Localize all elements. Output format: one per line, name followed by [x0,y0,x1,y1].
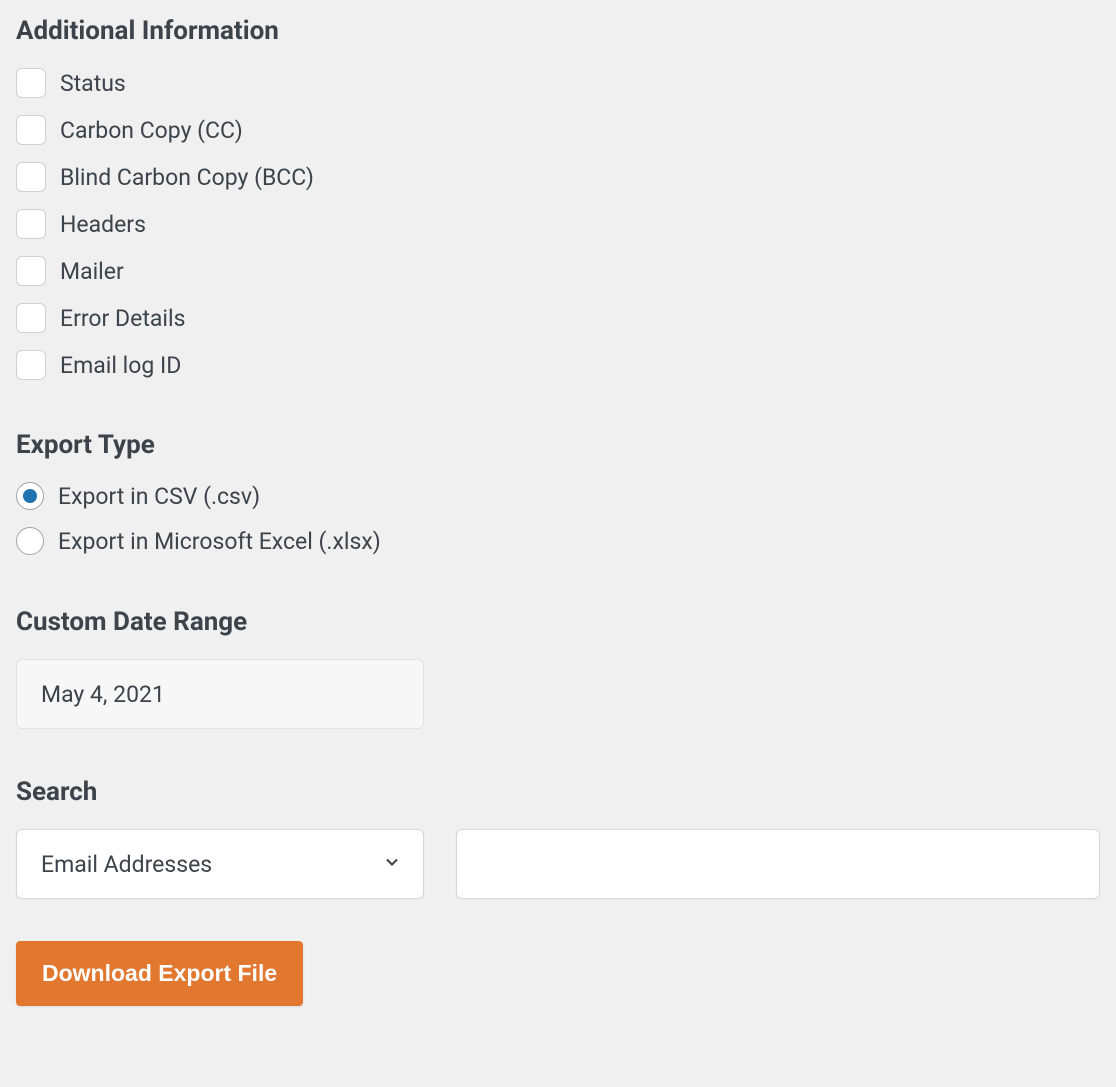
search-input[interactable] [456,829,1100,899]
date-range-heading: Custom Date Range [16,607,1100,637]
additional-info-list: Status Carbon Copy (CC) Blind Carbon Cop… [16,68,1100,380]
checkbox-row-cc: Carbon Copy (CC) [16,115,1100,145]
checkbox-label-status[interactable]: Status [60,70,126,97]
search-heading: Search [16,777,1100,807]
search-select-wrapper: Email Addresses [16,829,424,899]
checkbox-error-details[interactable] [16,303,46,333]
radio-label-xlsx[interactable]: Export in Microsoft Excel (.xlsx) [58,528,381,555]
checkbox-row-mailer: Mailer [16,256,1100,286]
checkbox-bcc[interactable] [16,162,46,192]
checkbox-label-headers[interactable]: Headers [60,211,146,238]
checkbox-cc[interactable] [16,115,46,145]
radio-xlsx[interactable] [16,527,44,555]
checkbox-email-log-id[interactable] [16,350,46,380]
checkbox-row-headers: Headers [16,209,1100,239]
checkbox-row-error-details: Error Details [16,303,1100,333]
download-export-button[interactable]: Download Export File [16,941,303,1006]
additional-info-heading: Additional Information [16,16,1100,46]
checkbox-headers[interactable] [16,209,46,239]
search-row: Email Addresses [16,829,1100,899]
search-select[interactable]: Email Addresses [16,829,424,899]
checkbox-row-bcc: Blind Carbon Copy (BCC) [16,162,1100,192]
checkbox-label-email-log-id[interactable]: Email log ID [60,352,181,379]
radio-label-csv[interactable]: Export in CSV (.csv) [58,483,260,510]
checkbox-row-email-log-id: Email log ID [16,350,1100,380]
radio-row-csv: Export in CSV (.csv) [16,482,1100,510]
export-type-list: Export in CSV (.csv) Export in Microsoft… [16,482,1100,555]
radio-csv[interactable] [16,482,44,510]
checkbox-label-cc[interactable]: Carbon Copy (CC) [60,117,243,144]
export-type-heading: Export Type [16,430,1100,460]
checkbox-label-bcc[interactable]: Blind Carbon Copy (BCC) [60,164,314,191]
checkbox-label-error-details[interactable]: Error Details [60,305,185,332]
checkbox-status[interactable] [16,68,46,98]
radio-row-xlsx: Export in Microsoft Excel (.xlsx) [16,527,1100,555]
checkbox-row-status: Status [16,68,1100,98]
checkbox-label-mailer[interactable]: Mailer [60,258,124,285]
date-range-input[interactable]: May 4, 2021 [16,659,424,729]
checkbox-mailer[interactable] [16,256,46,286]
